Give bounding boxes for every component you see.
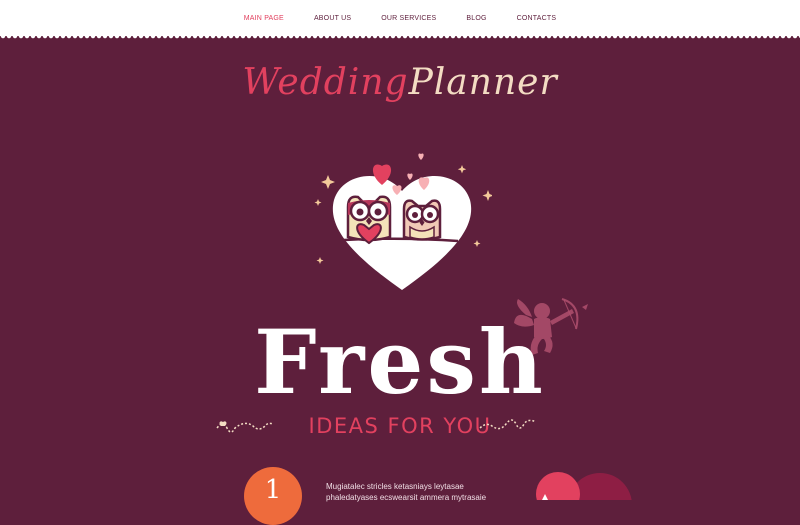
owls-in-heart-icon — [314, 153, 492, 290]
top-navigation-bar: MAIN PAGE ABOUT US OUR SERVICES BLOG CON… — [0, 0, 800, 39]
nav-blog[interactable]: BLOG — [462, 13, 490, 24]
logo-word-wedding: Wedding — [242, 62, 409, 103]
nav-contacts[interactable]: CONTACTS — [513, 13, 561, 24]
hero-tagline: IDEAS FOR YOU — [308, 414, 492, 438]
hero-title: Fresh — [254, 310, 546, 414]
logo-word-planner: Planner — [408, 62, 558, 103]
nav-main-page[interactable]: MAIN PAGE — [240, 13, 288, 24]
swirl-right-icon — [479, 419, 537, 430]
step-number-badge: 1 — [244, 467, 302, 525]
nav-our-services[interactable]: OUR SERVICES — [377, 13, 440, 24]
main-menu: MAIN PAGE ABOUT US OUR SERVICES BLOG CON… — [0, 0, 800, 36]
hearts-icon — [536, 472, 632, 500]
nav-about-us[interactable]: ABOUT US — [310, 13, 355, 24]
site-logo[interactable]: WeddingPlanner — [0, 62, 800, 103]
